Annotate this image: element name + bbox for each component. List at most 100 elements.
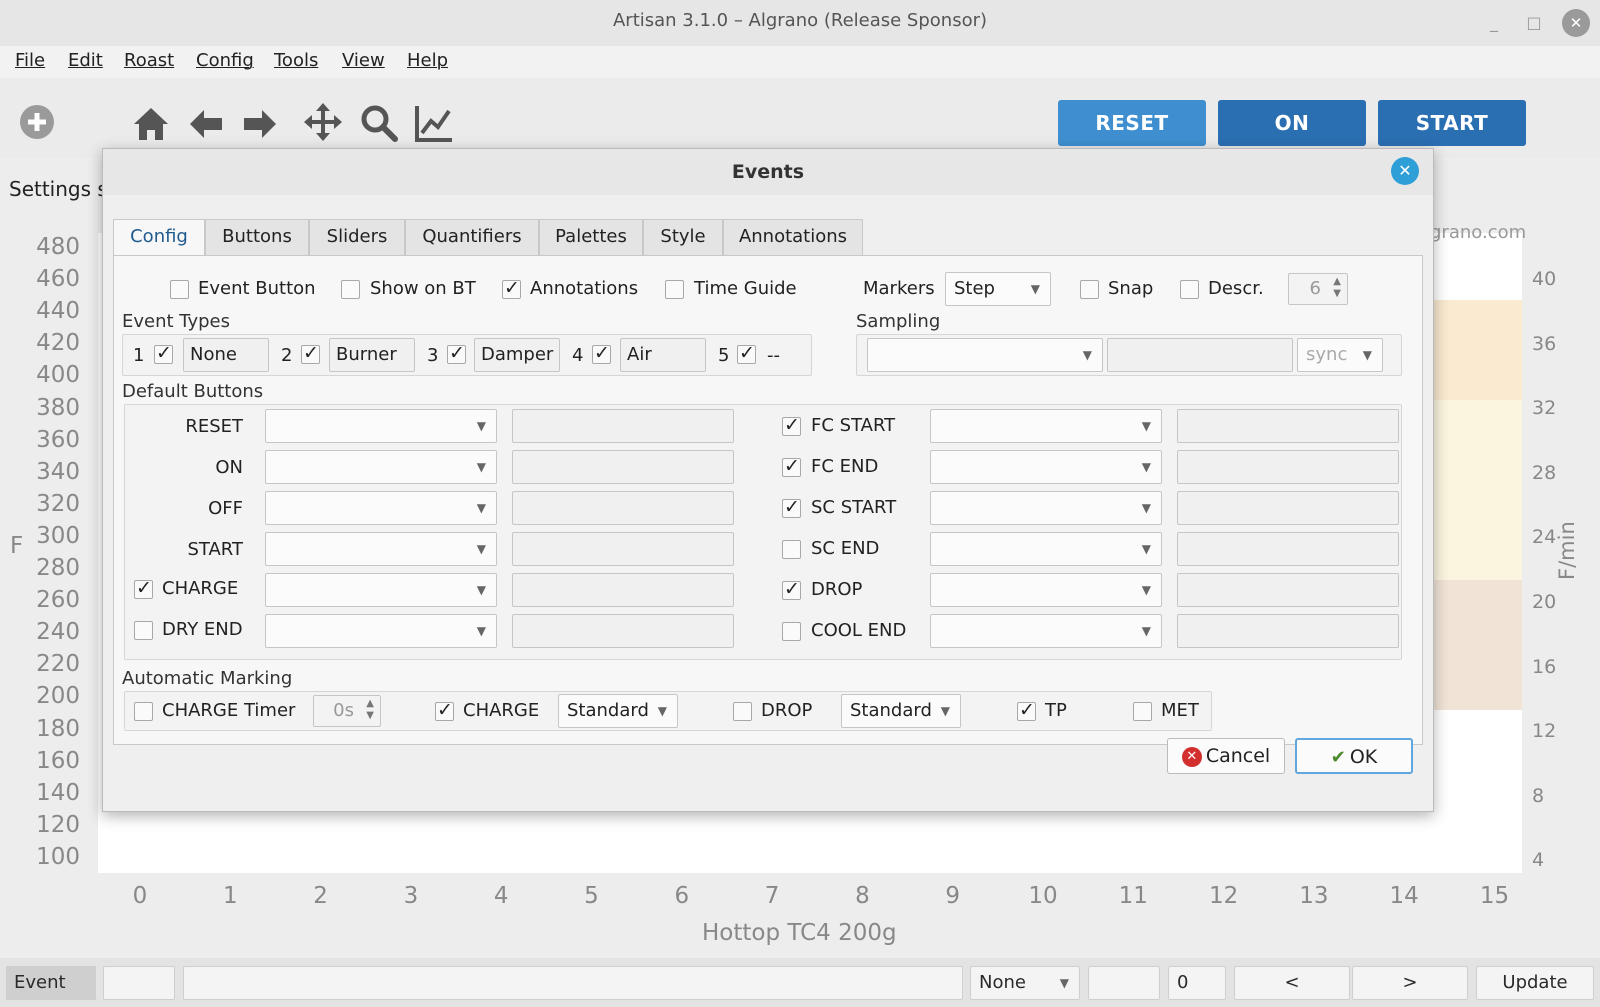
tab-sliders[interactable]: Sliders [309,219,405,255]
charge-action-field[interactable] [512,573,734,607]
cool-end-action-select[interactable]: ▼ [930,614,1162,648]
start-action-field[interactable] [512,532,734,566]
tab-buttons[interactable]: Buttons [205,219,309,255]
event-type-4-checkbox[interactable] [592,342,611,364]
dry-end-action-field[interactable] [512,614,734,648]
sampling-sync-select[interactable]: sync ▼ [1297,338,1383,372]
charge-timer-spinner[interactable]: 0s ▲ ▼ [313,695,381,727]
auto-tp-checkbox[interactable] [1017,699,1036,721]
time-guide-checkbox[interactable] [665,280,684,299]
event-value-field[interactable] [1088,966,1160,1000]
descr-checkbox[interactable] [1180,280,1199,299]
sc-start-action-field[interactable] [1177,491,1399,525]
menu-config[interactable]: Config [196,50,254,71]
event-type-2-checkbox[interactable] [301,342,320,364]
event-type-4-name[interactable]: Air [620,338,706,372]
reset-action-field[interactable] [512,409,734,443]
start-button[interactable]: START [1378,100,1526,146]
show-on-bt-checkbox[interactable] [341,280,360,299]
prev-event-button[interactable]: < [1234,966,1350,1000]
annotations-checkbox[interactable] [502,277,521,299]
charge-action-checkbox[interactable] [134,577,153,599]
event-time-field[interactable] [103,966,175,1000]
sampling-action-field[interactable] [1107,338,1293,372]
event-type-select[interactable]: None ▼ [970,966,1080,1000]
ok-button[interactable]: ✔ OK [1295,738,1413,774]
maximize-button[interactable]: □ [1520,9,1548,37]
charge-action-select[interactable]: ▼ [265,573,497,607]
descr-length-spinner[interactable]: 6 ▲ ▼ [1288,273,1348,305]
off-action-field[interactable] [512,491,734,525]
tab-style[interactable]: Style [643,219,723,255]
on-action-select[interactable]: ▼ [265,450,497,484]
fc-start-action-checkbox[interactable] [782,414,801,436]
pan-icon[interactable] [303,102,343,142]
auto-charge-checkbox[interactable] [435,699,454,721]
sc-end-action-checkbox[interactable] [782,540,801,559]
close-window-button[interactable]: ✕ [1562,9,1590,37]
event-type-3-checkbox[interactable] [447,342,466,364]
off-action-select[interactable]: ▼ [265,491,497,525]
tab-config[interactable]: Config [113,219,205,257]
sc-start-action-checkbox[interactable] [782,496,801,518]
menu-edit[interactable]: Edit [68,50,103,71]
sampling-interval-select[interactable]: ▼ [867,338,1103,372]
drop-action-select[interactable]: ▼ [930,573,1162,607]
menu-view[interactable]: View [342,50,385,71]
cancel-button[interactable]: ✕ Cancel [1167,738,1285,774]
event-type-1-checkbox[interactable] [154,342,173,364]
zoom-icon[interactable] [359,103,399,143]
fc-end-action-field[interactable] [1177,450,1399,484]
auto-drop-checkbox[interactable] [733,702,752,721]
snap-checkbox[interactable] [1080,280,1099,299]
auto-charge-mode-select[interactable]: Standard ▼ [558,694,678,728]
next-event-button[interactable]: > [1352,966,1468,1000]
sc-end-action-select[interactable]: ▼ [930,532,1162,566]
start-action-select[interactable]: ▼ [265,532,497,566]
reset-button[interactable]: RESET [1058,100,1206,146]
reset-action-select[interactable]: ▼ [265,409,497,443]
sc-start-action-select[interactable]: ▼ [930,491,1162,525]
update-button[interactable]: Update [1476,966,1594,1000]
event-type-2-name[interactable]: Burner [329,338,415,372]
forward-arrow-icon[interactable] [240,104,280,144]
menu-roast[interactable]: Roast [124,50,174,71]
drop-action-field[interactable] [1177,573,1399,607]
sc-end-action-field[interactable] [1177,532,1399,566]
event-button-checkbox[interactable] [170,280,189,299]
event-type-5-checkbox[interactable] [737,342,756,364]
charge-timer-checkbox[interactable] [134,702,153,721]
markers-select[interactable]: Step ▼ [945,272,1051,306]
fc-end-action-select[interactable]: ▼ [930,450,1162,484]
auto-drop-mode-select[interactable]: Standard ▼ [841,694,961,728]
dry-end-action-select[interactable]: ▼ [265,614,497,648]
menu-tools[interactable]: Tools [274,50,318,71]
fc-end-action-checkbox[interactable] [782,455,801,477]
tab-quantifiers[interactable]: Quantifiers [405,219,539,255]
cool-end-action-field[interactable] [1177,614,1399,648]
menu-help[interactable]: Help [407,50,448,71]
spinner-arrows-icon[interactable]: ▲ ▼ [366,698,374,722]
back-arrow-icon[interactable] [186,104,226,144]
event-number-spinner[interactable]: 0 [1168,966,1226,1000]
dry-end-action-checkbox[interactable] [134,621,153,640]
auto-met-checkbox[interactable] [1133,702,1152,721]
add-icon[interactable] [17,102,57,142]
spinner-arrows-icon[interactable]: ▲ ▼ [1333,276,1341,300]
cool-end-action-checkbox[interactable] [782,622,801,641]
close-dialog-button[interactable]: ✕ [1391,157,1419,185]
fc-start-action-field[interactable] [1177,409,1399,443]
on-button[interactable]: ON [1218,100,1366,146]
event-description-field[interactable] [183,966,963,1000]
chart-icon[interactable] [414,103,454,143]
home-icon[interactable] [131,104,171,144]
tab-palettes[interactable]: Palettes [539,219,643,255]
event-type-3-name[interactable]: Damper [474,338,560,372]
on-action-field[interactable] [512,450,734,484]
event-type-1-name[interactable]: None [183,338,269,372]
drop-action-checkbox[interactable] [782,578,801,600]
fc-start-action-select[interactable]: ▼ [930,409,1162,443]
minimize-button[interactable]: _ [1480,9,1508,37]
tab-annotations[interactable]: Annotations [723,219,863,255]
menu-file[interactable]: File [15,50,45,71]
